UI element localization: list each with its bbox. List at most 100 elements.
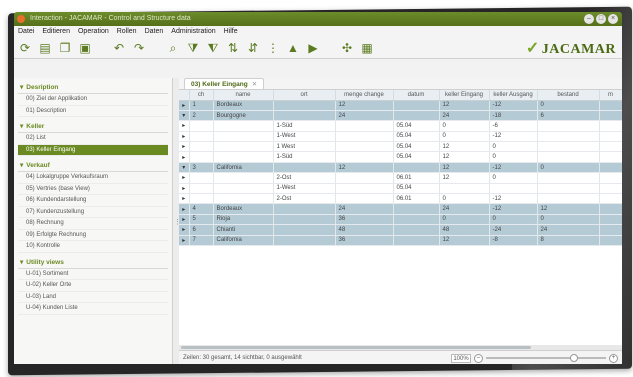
column-header[interactable]: name (213, 90, 274, 101)
group-row[interactable]: ▸ 4 Bordeaux 24 24 -12 12 (179, 203, 622, 215)
refresh-icon[interactable]: ⟳ (18, 41, 32, 55)
group-row[interactable]: ▸ 5 Rioja 36 0 0 0 (179, 214, 622, 226)
menu-operation[interactable]: Operation (78, 26, 109, 37)
sidebar-item[interactable]: 01) Description (18, 106, 168, 117)
filter-icon[interactable]: ⧩ (186, 41, 200, 55)
save-icon[interactable]: ▤ (38, 41, 52, 55)
collapse-arrow-icon[interactable]: ▾ (20, 162, 23, 169)
menu-datei[interactable]: Datei (18, 26, 34, 37)
arrow-up-icon[interactable]: ▲ (286, 41, 300, 55)
zoom-out-icon[interactable]: – (474, 353, 483, 363)
column-header[interactable]: keller Ausgang (489, 90, 538, 101)
sidebar-section-header[interactable]: ▾ Verkauf (18, 160, 168, 172)
sidebar-item[interactable]: 09) Erfolgte Rechnung (18, 230, 168, 241)
sidebar-item[interactable]: 06) Kundendarstellung (18, 195, 168, 207)
expand-row-icon[interactable]: ▸ (179, 224, 190, 236)
menu-editieren[interactable]: Editieren (42, 26, 70, 37)
detail-row[interactable]: ▸ 2-Ost 06.01 0 -12 (179, 193, 622, 205)
scrollbar-thumb[interactable] (181, 346, 531, 349)
sidebar-item[interactable]: 05) Vertries (base View) (18, 184, 168, 195)
expand-row-icon[interactable]: ▸ (179, 203, 190, 215)
sidebar-item[interactable]: 02) List (18, 133, 168, 145)
sidebar-item[interactable]: 08) Rechnung (18, 218, 168, 230)
expand-row-icon[interactable]: ▸ (179, 235, 190, 246)
detail-row[interactable]: ▸ 2-Ost 06.01 12 0 (179, 172, 622, 184)
column-header[interactable] (179, 90, 190, 101)
sidebar-item[interactable]: 04) Lokalgruppe Verkaufsraum (18, 172, 168, 184)
menu-hilfe[interactable]: Hilfe (224, 26, 238, 37)
collapse-row-icon[interactable]: ▾ (179, 110, 190, 122)
collapse-row-icon[interactable]: ▾ (179, 162, 190, 174)
group-row[interactable]: ▾ 3 California 12 12 -12 0 (179, 162, 622, 174)
group-icon[interactable]: ⋮ (266, 41, 280, 55)
filter-clear-icon[interactable]: ⧨ (206, 41, 220, 55)
zoom-slider[interactable] (486, 354, 606, 362)
column-header[interactable]: menge change (335, 90, 394, 101)
group-row[interactable]: ▸ 1 Bordeaux 12 12 -12 0 (179, 100, 622, 111)
copy-icon[interactable]: ❐ (58, 41, 72, 55)
sidebar-item[interactable]: 07) Kundenzustellung (18, 207, 168, 218)
group-row[interactable]: ▾ 2 Bourgogne 24 24 -18 6 (179, 110, 622, 122)
maximize-icon[interactable]: □ (596, 14, 606, 24)
expand-row-icon[interactable]: ▸ (179, 172, 190, 184)
zoom-slider-knob[interactable] (570, 354, 578, 362)
close-icon[interactable]: × (608, 14, 618, 24)
expand-icon[interactable]: ✣ (340, 41, 354, 55)
sidebar-section-header[interactable]: ▾ Utility views (18, 257, 168, 269)
sort-asc-icon[interactable]: ⇅ (226, 41, 240, 55)
sidebar-item[interactable]: U-03) Land (18, 292, 168, 303)
group-row[interactable]: ▸ 7 California 36 12 -8 8 (179, 235, 622, 246)
sidebar-item[interactable]: 03) Keller Eingang (18, 144, 168, 156)
table-cell (335, 183, 394, 195)
column-header[interactable]: keller Eingang (439, 90, 490, 101)
sidebar-item[interactable]: 10) Kontrolle (18, 241, 168, 253)
detail-row[interactable]: ▸ 1 West 05.04 12 0 (179, 141, 622, 153)
group-row[interactable]: ▸ 6 Chianti 48 48 -24 24 (179, 224, 622, 236)
tab-close-icon[interactable]: ✕ (252, 81, 257, 88)
menu-rollen[interactable]: Rollen (117, 26, 137, 37)
collapse-arrow-icon[interactable]: ▾ (20, 259, 23, 266)
expand-row-icon[interactable]: ▸ (179, 151, 190, 163)
sidebar-item[interactable]: 00) Ziel der Applikation (18, 94, 168, 106)
zoom-control: 100% – + (451, 351, 618, 364)
grid-icon[interactable]: ▦ (360, 41, 374, 55)
detail-row[interactable]: ▸ 1-West 05.04 (179, 183, 622, 195)
column-header[interactable]: ort (273, 90, 336, 101)
expand-row-icon[interactable]: ▸ (179, 193, 190, 205)
expand-row-icon[interactable]: ▸ (179, 183, 190, 195)
expand-row-icon[interactable]: ▸ (179, 131, 190, 143)
detail-row[interactable]: ▸ 1-West 05.04 0 -12 (179, 131, 622, 143)
zoom-in-icon[interactable]: + (609, 353, 618, 363)
paste-icon[interactable]: ▣ (78, 41, 92, 55)
sidebar-item[interactable]: U-02) Keller Orte (18, 280, 168, 292)
minimize-icon[interactable]: – (584, 14, 594, 24)
tab-keller-eingang[interactable]: 03) Keller Eingang ✕ (184, 78, 265, 89)
detail-row[interactable]: ▸ 1-Süd 05.04 12 0 (179, 151, 622, 163)
zoom-value[interactable]: 100% (451, 353, 471, 363)
column-header[interactable]: m (599, 90, 622, 101)
expand-row-icon[interactable]: ▸ (179, 141, 190, 153)
collapse-arrow-icon[interactable]: ▾ (20, 123, 23, 130)
table-cell (393, 110, 440, 122)
expand-row-icon[interactable]: ▸ (179, 120, 190, 132)
column-header[interactable]: datum (393, 90, 440, 101)
table-cell: 1 (189, 100, 214, 111)
detail-row[interactable]: ▸ 1-Süd 05.04 0 -6 (179, 120, 622, 132)
redo-icon[interactable]: ↷ (132, 41, 146, 55)
sidebar-item[interactable]: U-04) Kunden Liste (18, 303, 168, 315)
expand-row-icon[interactable]: ▸ (179, 100, 190, 111)
sidebar-section-header[interactable]: ▾ Keller (18, 121, 168, 133)
search-icon[interactable]: ⌕ (166, 41, 180, 55)
column-header[interactable]: ch (189, 90, 214, 101)
arrow-down-icon[interactable]: ▶ (306, 41, 320, 55)
menu-administration[interactable]: Administration (171, 26, 215, 37)
sidebar-item[interactable]: U-01) Sortiment (18, 269, 168, 280)
sort-desc-icon[interactable]: ⇵ (246, 41, 260, 55)
table-cell: 24 (439, 110, 490, 122)
expand-row-icon[interactable]: ▸ (179, 214, 190, 226)
menu-daten[interactable]: Daten (145, 26, 164, 37)
sidebar-section-header[interactable]: ▾ Desription (18, 82, 168, 94)
collapse-arrow-icon[interactable]: ▾ (20, 84, 23, 91)
column-header[interactable]: bestand (537, 90, 600, 101)
undo-icon[interactable]: ↶ (112, 41, 126, 55)
